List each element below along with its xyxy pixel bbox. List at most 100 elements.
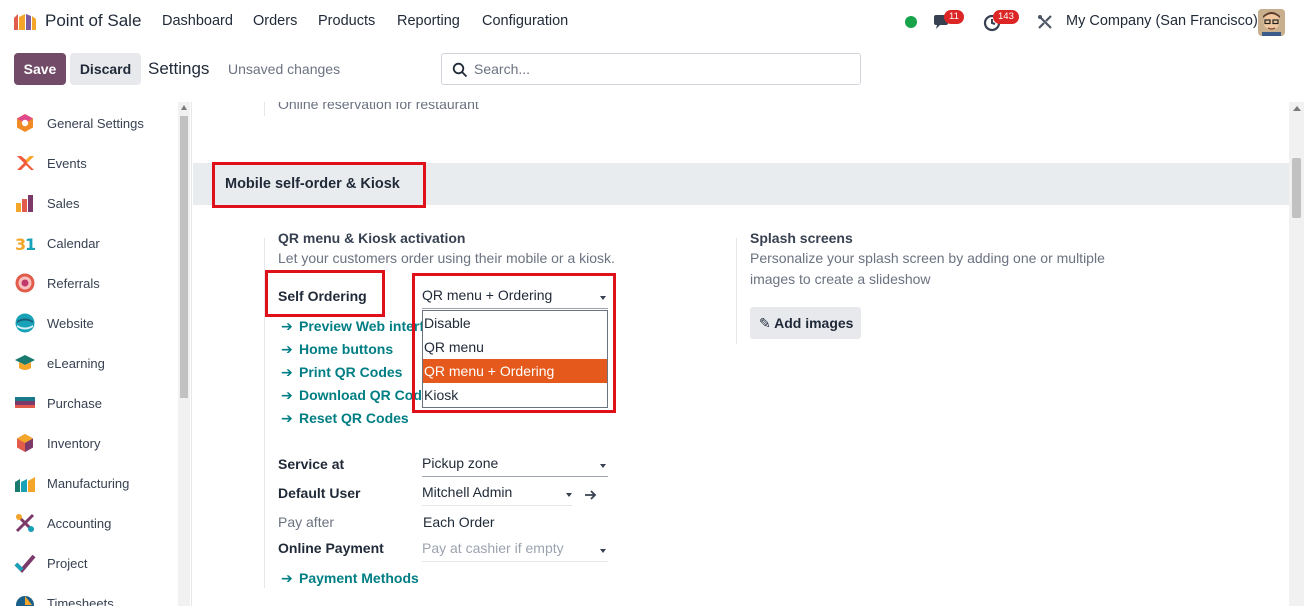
search-input[interactable] <box>474 54 854 84</box>
internal-link-arrow-icon[interactable] <box>583 488 597 502</box>
search-icon <box>452 62 468 78</box>
sidebar-item-purchase[interactable]: Purchase <box>0 383 178 423</box>
chevron-down-icon <box>600 549 606 553</box>
debug-tools-icon[interactable] <box>1035 12 1055 32</box>
arrow-right-icon: ➔ <box>281 364 293 380</box>
sidebar-item-sales[interactable]: Sales <box>0 183 178 223</box>
splash-setting-description: images to create a slideshow <box>750 271 931 287</box>
menu-products[interactable]: Products <box>318 13 375 29</box>
sidebar-item-accounting[interactable]: Accounting <box>0 503 178 543</box>
arrow-right-icon: ➔ <box>281 410 293 426</box>
pay-after-label: Pay after <box>278 514 335 530</box>
calendar-icon: 3 1 <box>15 235 36 254</box>
sidebar-item-events[interactable]: Events <box>0 143 178 183</box>
point-of-sale-logo-icon[interactable] <box>12 12 38 32</box>
splash-setting-description: Personalize your splash screen by adding… <box>750 250 1105 266</box>
accounting-icon <box>15 513 35 533</box>
default-user-value: Mitchell Admin <box>422 484 513 500</box>
paperclip-icon: ✎ <box>759 315 771 331</box>
chevron-down-icon <box>600 464 606 468</box>
menu-dashboard[interactable]: Dashboard <box>162 13 233 29</box>
sales-icon <box>16 195 33 212</box>
sidebar-item-project[interactable]: Project <box>0 543 178 583</box>
scroll-up-arrow-icon[interactable] <box>1293 106 1301 111</box>
sidebar-scrollbar[interactable] <box>178 102 190 606</box>
qr-setting-description: Let your customers order using their mob… <box>278 250 615 266</box>
sidebar-item-label: Accounting <box>47 516 112 531</box>
general-settings-icon <box>17 114 33 132</box>
link-label: Payment Methods <box>299 570 419 586</box>
sidebar-item-label: eLearning <box>47 356 105 371</box>
discard-button[interactable]: Discard <box>70 53 141 85</box>
activities-count-badge: 143 <box>993 10 1019 24</box>
settings-content: Online reservation for restaurant Mobile… <box>193 102 1304 606</box>
sidebar-item-label: Manufacturing <box>47 476 130 491</box>
search-bar[interactable] <box>441 53 861 85</box>
splash-setting-title: Splash screens <box>750 230 853 246</box>
setting-divider <box>736 238 737 344</box>
highlight-box-section <box>212 162 426 208</box>
online-payment-label: Online Payment <box>278 540 384 556</box>
link-label: Home buttons <box>299 341 394 357</box>
sidebar-item-timesheets[interactable]: Timesheets <box>0 583 178 606</box>
add-images-label: Add images <box>774 315 854 331</box>
link-home-buttons[interactable]: ➔ Home buttons <box>281 341 393 358</box>
sidebar-item-referrals[interactable]: Referrals <box>0 263 178 303</box>
online-payment-select[interactable]: Pay at cashier if empty <box>422 540 608 562</box>
referrals-icon <box>15 273 35 293</box>
sidebar-item-label: Project <box>47 556 88 571</box>
sidebar-item-label: Timesheets <box>47 596 114 606</box>
unsaved-changes-status: Unsaved changes <box>228 61 341 77</box>
menu-configuration[interactable]: Configuration <box>482 13 568 29</box>
pay-after-value: Each Order <box>423 514 495 530</box>
content-scroll-thumb[interactable] <box>1292 158 1301 218</box>
service-at-label: Service at <box>278 456 345 472</box>
user-avatar[interactable] <box>1258 9 1285 36</box>
menu-reporting[interactable]: Reporting <box>397 13 460 29</box>
sidebar-item-calendar[interactable]: 3 1 Calendar <box>0 223 178 263</box>
scroll-up-arrow-icon[interactable] <box>181 105 187 110</box>
arrow-right-icon: ➔ <box>281 318 293 334</box>
sidebar-item-label: Sales <box>47 196 80 211</box>
project-icon <box>14 554 36 573</box>
link-reset-qr[interactable]: ➔ Reset QR Codes <box>281 410 409 427</box>
company-switcher[interactable]: My Company (San Francisco) <box>1066 13 1258 29</box>
online-payment-placeholder: Pay at cashier if empty <box>422 540 564 556</box>
content-scrollbar[interactable] <box>1289 102 1304 606</box>
qr-setting-title: QR menu & Kiosk activation <box>278 230 466 246</box>
sidebar-item-label: Website <box>47 316 94 331</box>
website-icon <box>15 313 35 333</box>
sidebar-scroll-thumb[interactable] <box>180 116 188 398</box>
svg-text:1: 1 <box>25 235 36 254</box>
sidebar-item-elearning[interactable]: eLearning <box>0 343 178 383</box>
menu-orders[interactable]: Orders <box>253 13 297 29</box>
app-name[interactable]: Point of Sale <box>45 11 141 31</box>
elearning-icon <box>15 355 35 370</box>
setting-divider <box>264 102 265 116</box>
events-icon <box>17 156 34 170</box>
sidebar-item-website[interactable]: Website <box>0 303 178 343</box>
messages-count-badge: 11 <box>944 10 964 24</box>
sidebar-item-label: Inventory <box>47 436 101 451</box>
highlight-box-dropdown <box>412 273 616 413</box>
add-images-button[interactable]: ✎ Add images <box>750 307 861 339</box>
sidebar-item-inventory[interactable]: Inventory <box>0 423 178 463</box>
service-at-select[interactable]: Pickup zone <box>422 455 608 477</box>
settings-sidebar: General Settings Events Sales 3 1 Calend… <box>0 102 192 606</box>
link-print-qr[interactable]: ➔ Print QR Codes <box>281 364 402 381</box>
sidebar-item-label: Events <box>47 156 87 171</box>
highlight-box-self-ordering <box>265 270 385 317</box>
manufacturing-icon <box>15 477 35 492</box>
sidebar-item-label: Purchase <box>47 396 102 411</box>
sidebar-item-label: Referrals <box>47 276 100 291</box>
arrow-right-icon: ➔ <box>281 570 293 586</box>
sidebar-item-general-settings[interactable]: General Settings <box>0 103 178 143</box>
timesheets-icon <box>16 596 34 606</box>
link-label: Print QR Codes <box>299 364 403 380</box>
default-user-select[interactable]: Mitchell Admin <box>422 484 572 506</box>
save-button[interactable]: Save <box>14 53 66 85</box>
sidebar-item-manufacturing[interactable]: Manufacturing <box>0 463 178 503</box>
link-payment-methods[interactable]: ➔ Payment Methods <box>281 570 419 587</box>
arrow-right-icon: ➔ <box>281 341 293 357</box>
sidebar-item-label: General Settings <box>47 116 144 131</box>
